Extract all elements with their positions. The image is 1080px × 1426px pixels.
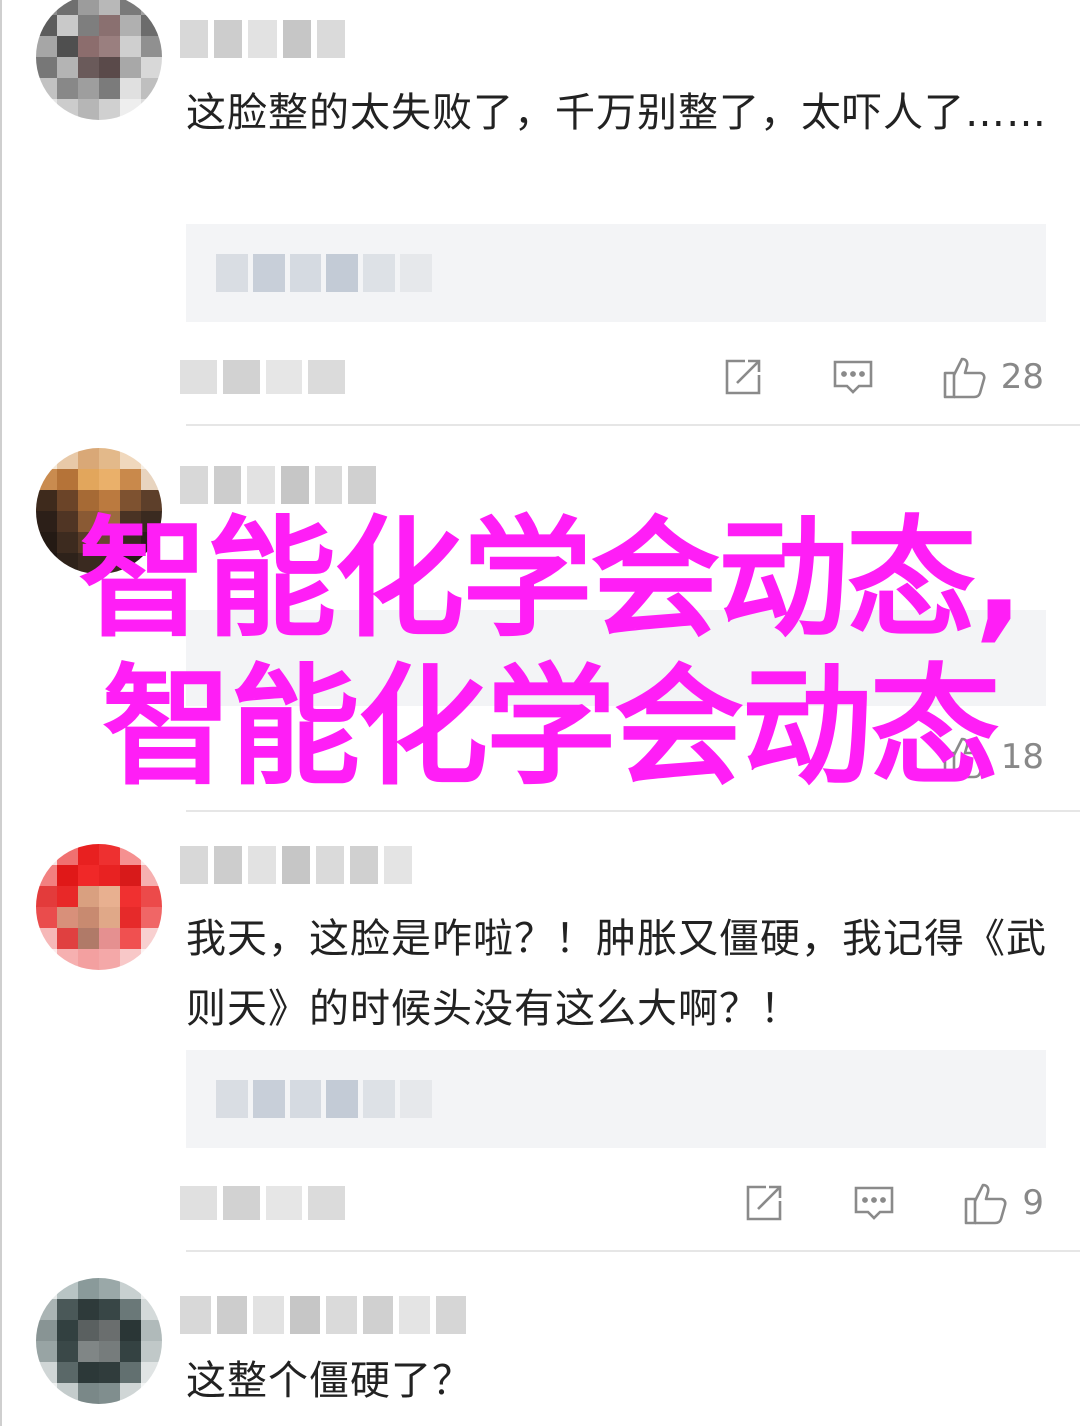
like-button[interactable]: 18 xyxy=(941,733,1044,781)
reply-button[interactable] xyxy=(852,1181,896,1225)
quoted-reply-blurred xyxy=(216,254,432,292)
username-blurred[interactable] xyxy=(180,846,412,884)
share-icon xyxy=(725,359,761,395)
quoted-reply-box[interactable] xyxy=(186,610,1046,706)
timestamp-blurred xyxy=(180,1186,345,1220)
share-button[interactable] xyxy=(721,355,765,399)
share-icon xyxy=(747,1185,782,1221)
timestamp-blurred xyxy=(180,360,345,394)
comment-actions: 9 xyxy=(742,1178,1044,1228)
comment-text: 这整个僵硬了？ xyxy=(186,1358,473,1404)
like-count: 28 xyxy=(1000,357,1044,397)
reply-icon xyxy=(855,1186,894,1220)
thumbs-up-icon xyxy=(965,1183,1007,1225)
quoted-reply-box[interactable] xyxy=(186,224,1046,322)
avatar[interactable] xyxy=(36,844,162,970)
username-blurred[interactable] xyxy=(180,1296,466,1334)
comment-text: 这脸整的太失败了，千万别整了，太吓人了…… xyxy=(186,90,1047,136)
thumbs-up-icon xyxy=(943,357,986,399)
like-count: 18 xyxy=(1000,737,1044,777)
thumbs-up-icon xyxy=(943,737,986,779)
avatar[interactable] xyxy=(36,448,162,574)
comment-text: 我天，这脸是咋啦？！肿胀又僵硬，我记得《武则天》的时候头没有这么大啊？！ xyxy=(186,916,1047,1032)
username-blurred[interactable] xyxy=(180,466,377,504)
quoted-reply-blurred xyxy=(216,1080,432,1118)
divider xyxy=(186,1250,1080,1252)
divider xyxy=(186,810,1080,812)
avatar[interactable] xyxy=(36,1278,162,1404)
like-count: 9 xyxy=(1022,1183,1044,1223)
divider xyxy=(186,424,1080,426)
quoted-reply-box[interactable] xyxy=(186,1050,1046,1148)
left-edge xyxy=(0,0,2,1426)
username-blurred[interactable] xyxy=(180,20,346,58)
comment-actions: 18 xyxy=(941,732,1044,782)
like-button[interactable]: 9 xyxy=(962,1179,1044,1227)
reply-button[interactable] xyxy=(831,355,875,399)
avatar[interactable] xyxy=(36,0,162,120)
share-button[interactable] xyxy=(742,1181,786,1225)
reply-icon xyxy=(833,360,873,394)
like-button[interactable]: 28 xyxy=(941,353,1044,401)
comment-actions: 28 xyxy=(721,352,1044,402)
